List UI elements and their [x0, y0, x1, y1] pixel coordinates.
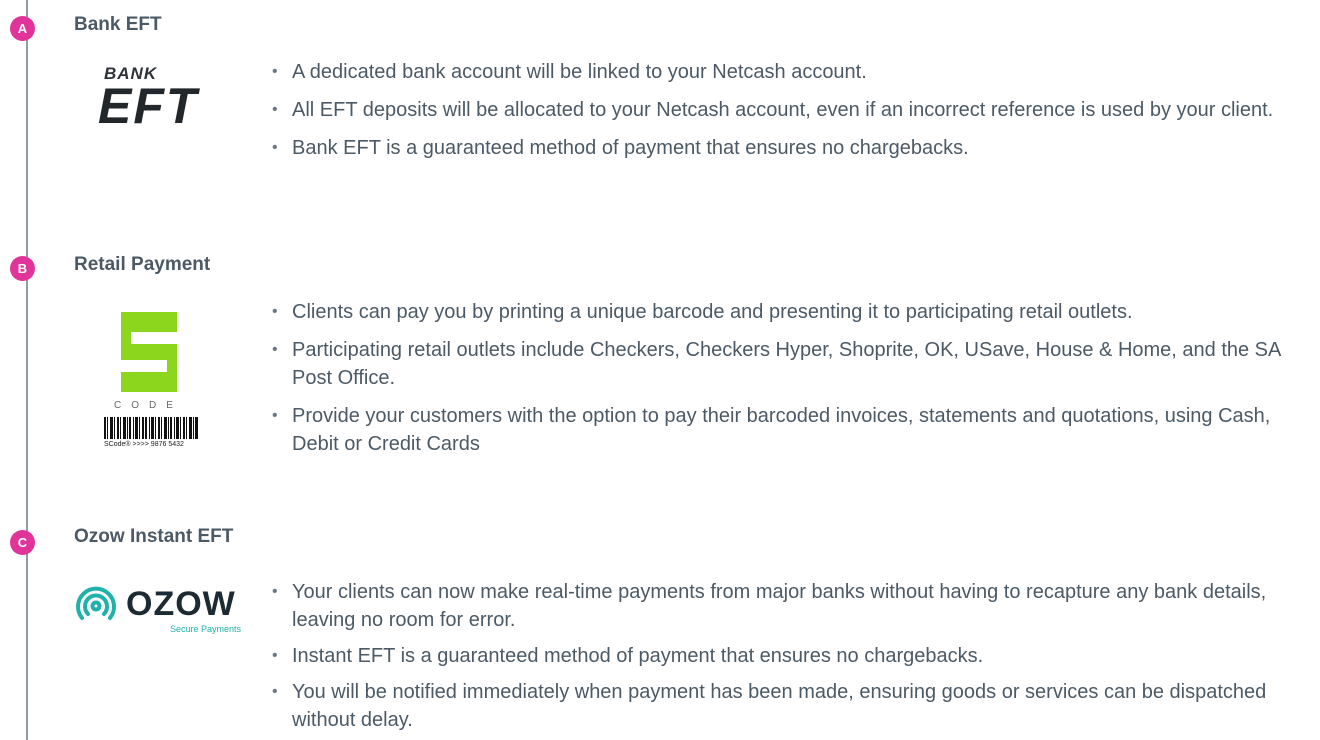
barcode-icon [104, 417, 198, 439]
bullet-icon: • [272, 63, 278, 80]
list-item: • Participating retail outlets include Ch… [272, 336, 1312, 392]
bullet-icon: • [272, 583, 278, 600]
scode-s-icon [121, 312, 177, 392]
bullet-text: Clients can pay you by printing a unique… [292, 301, 1133, 323]
section-title-ozow-instant-eft: Ozow Instant EFT [74, 526, 234, 547]
bullet-icon: • [272, 139, 278, 156]
ozow-logo: OZOW Secure Payments [74, 584, 249, 644]
bank-logo-main-text: EFT [98, 78, 199, 134]
scode-logo: CODE SCode® >>>> 9876 5432 [96, 312, 206, 462]
list-item: • Bank EFT is a guaranteed method of paym… [272, 134, 1312, 162]
bullet-icon: • [272, 341, 278, 358]
list-item: • A dedicated bank account will be linked… [272, 58, 1312, 86]
bullet-text: Provide your customers with the option t… [292, 405, 1271, 455]
bank-eft-logo: BANK EFT [98, 64, 208, 134]
bullet-text: You will be notified immediately when pa… [292, 681, 1267, 731]
list-item: • You will be notified immediately when p… [272, 678, 1312, 734]
bullet-text: A dedicated bank account will be linked … [292, 61, 867, 83]
bullet-text: Instant EFT is a guaranteed method of pa… [292, 645, 984, 667]
bullet-text: All EFT deposits will be allocated to yo… [292, 99, 1274, 121]
ozow-bullet-list: • Your clients can now make real-time pay… [272, 578, 1312, 734]
bullet-text: Your clients can now make real-time paym… [292, 581, 1267, 631]
list-item: • All EFT deposits will be allocated to y… [272, 96, 1312, 124]
bullet-icon: • [272, 303, 278, 320]
list-item: • Your clients can now make real-time pay… [272, 578, 1312, 634]
bank-eft-bullet-list: • A dedicated bank account will be linked… [272, 58, 1312, 172]
bullet-text: Participating retail outlets include Che… [292, 339, 1281, 389]
section-marker-c: C [10, 530, 35, 555]
bullet-icon: • [272, 647, 278, 664]
scode-letters: CODE [114, 400, 183, 411]
retail-payment-bullet-list: • Clients can pay you by printing a uniqu… [272, 298, 1312, 468]
ozow-wordmark: OZOW [126, 585, 236, 623]
bullet-icon: • [272, 407, 278, 424]
list-item: • Clients can pay you by printing a uniqu… [272, 298, 1312, 326]
list-item: • Provide your customers with the option … [272, 402, 1312, 458]
list-item: • Instant EFT is a guaranteed method of p… [272, 642, 1312, 670]
bullet-text: Bank EFT is a guaranteed method of payme… [292, 137, 969, 159]
section-marker-a: A [10, 16, 35, 41]
timeline-line [26, 0, 28, 740]
section-title-retail-payment: Retail Payment [74, 254, 211, 275]
section-title-bank-eft: Bank EFT [74, 14, 162, 35]
bullet-icon: • [272, 101, 278, 118]
ozow-tagline: Secure Payments [170, 624, 242, 634]
scode-caption: SCode® >>>> 9876 5432 [104, 441, 184, 448]
bullet-icon: • [272, 683, 278, 700]
section-marker-b: B [10, 256, 35, 281]
ozow-swirl-icon [76, 586, 116, 620]
